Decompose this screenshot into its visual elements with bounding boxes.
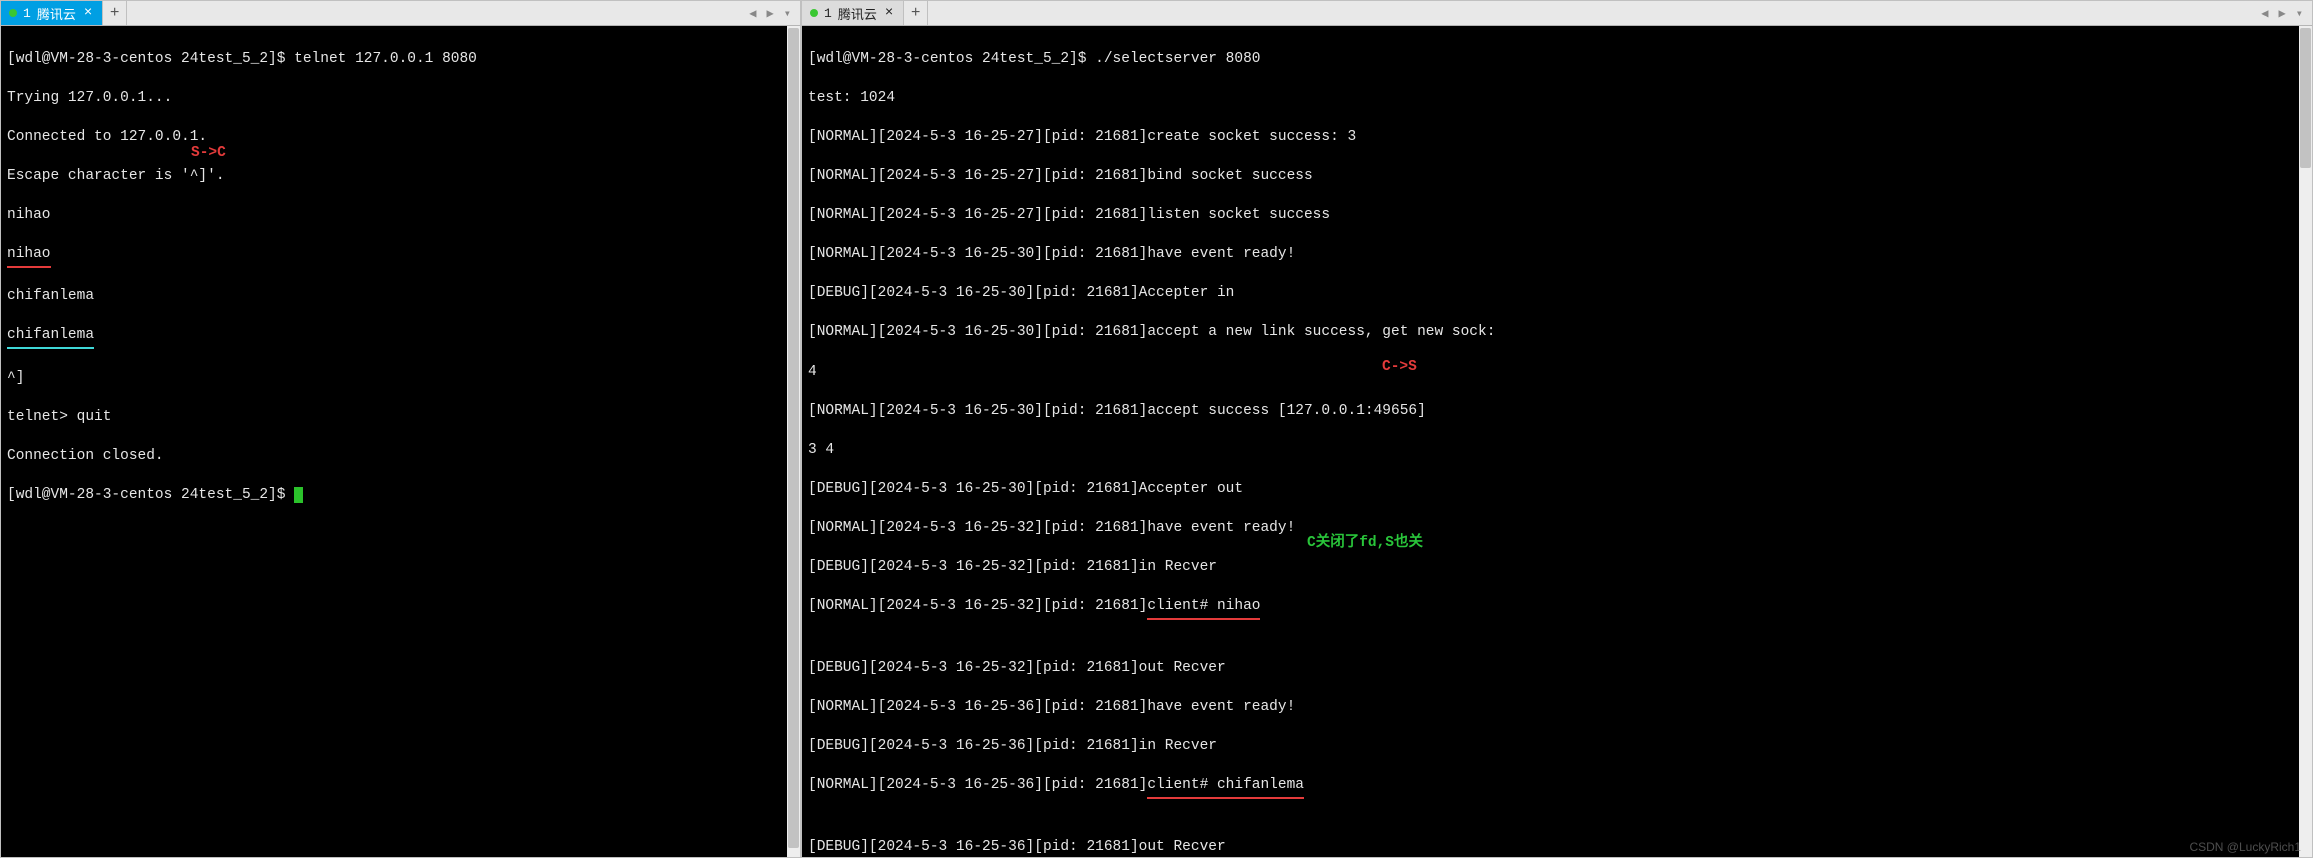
output-line: [DEBUG][2024-5-3 16-25-36][pid: 21681]ou…: [808, 838, 2306, 857]
output-line: nihao: [7, 206, 794, 226]
cursor-icon: [294, 487, 303, 503]
tabbar-left: 1 腾讯云 × + ◀ ▶ ▾: [1, 1, 800, 26]
tabbar-right: 1 腾讯云 × + ◀ ▶ ▾: [802, 1, 2312, 26]
output-line: telnet> quit: [7, 408, 794, 428]
tab-title: 腾讯云: [838, 4, 877, 23]
output-line: client# nihao: [1147, 597, 1260, 620]
output-line: test: 1024: [808, 89, 2306, 109]
output-line: [NORMAL][2024-5-3 16-25-36][pid: 21681]: [808, 777, 1147, 793]
scrollbar-thumb[interactable]: [2300, 28, 2311, 168]
output-line: [NORMAL][2024-5-3 16-25-32][pid: 21681]h…: [808, 519, 2306, 539]
output-line: [DEBUG][2024-5-3 16-25-32][pid: 21681]in…: [808, 558, 2306, 578]
output-line: [DEBUG][2024-5-3 16-25-30][pid: 21681]Ac…: [808, 284, 2306, 304]
shell-prompt: [wdl@VM-28-3-centos 24test_5_2]$: [808, 51, 1086, 67]
add-tab-button[interactable]: +: [103, 1, 127, 25]
output-line: Connected to 127.0.0.1.: [7, 128, 794, 148]
output-line: [NORMAL][2024-5-3 16-25-32][pid: 21681]: [808, 598, 1147, 614]
tab-index: 1: [824, 6, 832, 21]
shell-prompt: [wdl@VM-28-3-centos 24test_5_2]$: [7, 51, 285, 67]
status-dot-icon: [9, 9, 17, 17]
next-tab-icon[interactable]: ▶: [764, 6, 777, 21]
terminal-output-left[interactable]: [wdl@VM-28-3-centos 24test_5_2]$ telnet …: [1, 26, 800, 857]
output-line: chifanlema: [7, 287, 794, 307]
tab-right-1[interactable]: 1 腾讯云 ×: [802, 1, 904, 25]
output-line: client# chifanlema: [1147, 776, 1304, 799]
output-line: [NORMAL][2024-5-3 16-25-36][pid: 21681]h…: [808, 698, 2306, 718]
scrollbar-right[interactable]: [2299, 26, 2312, 857]
output-line: [NORMAL][2024-5-3 16-25-30][pid: 21681]a…: [808, 402, 2306, 422]
scrollbar-left[interactable]: [787, 26, 800, 857]
output-line: [NORMAL][2024-5-3 16-25-27][pid: 21681]l…: [808, 206, 2306, 226]
prev-tab-icon[interactable]: ◀: [746, 6, 759, 21]
next-tab-icon[interactable]: ▶: [2276, 6, 2289, 21]
tab-menu-icon[interactable]: ▾: [781, 6, 794, 21]
terminal-output-right[interactable]: [wdl@VM-28-3-centos 24test_5_2]$ ./selec…: [802, 26, 2312, 857]
output-line: chifanlema: [7, 326, 94, 349]
status-dot-icon: [810, 9, 818, 17]
tab-title: 腾讯云: [37, 4, 76, 23]
output-line: 3 4: [808, 441, 2306, 461]
output-line: Trying 127.0.0.1...: [7, 89, 794, 109]
output-line: Connection closed.: [7, 447, 794, 467]
output-line: [NORMAL][2024-5-3 16-25-27][pid: 21681]b…: [808, 167, 2306, 187]
output-line: 4: [808, 363, 2306, 383]
close-icon[interactable]: ×: [82, 6, 94, 20]
output-line: nihao: [7, 245, 51, 268]
prev-tab-icon[interactable]: ◀: [2258, 6, 2271, 21]
add-tab-button[interactable]: +: [904, 1, 928, 25]
tab-menu-icon[interactable]: ▾: [2293, 6, 2306, 21]
tab-nav-left: ◀ ▶ ▾: [740, 1, 800, 25]
close-icon[interactable]: ×: [883, 6, 895, 20]
output-line: [DEBUG][2024-5-3 16-25-30][pid: 21681]Ac…: [808, 480, 2306, 500]
terminal-pane-right: 1 腾讯云 × + ◀ ▶ ▾ [wdl@VM-28-3-centos 24te…: [801, 0, 2313, 858]
shell-prompt: [wdl@VM-28-3-centos 24test_5_2]$: [7, 487, 294, 503]
output-line: [NORMAL][2024-5-3 16-25-27][pid: 21681]c…: [808, 128, 2306, 148]
watermark: CSDN @LuckyRich1: [2189, 840, 2301, 854]
output-line: [NORMAL][2024-5-3 16-25-30][pid: 21681]a…: [808, 323, 2306, 343]
scrollbar-thumb[interactable]: [788, 28, 799, 848]
output-line: [DEBUG][2024-5-3 16-25-32][pid: 21681]ou…: [808, 659, 2306, 679]
tab-left-1[interactable]: 1 腾讯云 ×: [1, 1, 103, 25]
tab-index: 1: [23, 6, 31, 21]
terminal-pane-left: 1 腾讯云 × + ◀ ▶ ▾ [wdl@VM-28-3-centos 24te…: [0, 0, 801, 858]
output-line: [DEBUG][2024-5-3 16-25-36][pid: 21681]in…: [808, 737, 2306, 757]
shell-command: telnet 127.0.0.1 8080: [285, 51, 476, 67]
output-line: [NORMAL][2024-5-3 16-25-30][pid: 21681]h…: [808, 245, 2306, 265]
output-line: ^]: [7, 369, 794, 389]
tab-nav-right: ◀ ▶ ▾: [2252, 1, 2312, 25]
output-line: Escape character is '^]'.: [7, 167, 794, 187]
shell-command: ./selectserver 8080: [1086, 51, 1260, 67]
